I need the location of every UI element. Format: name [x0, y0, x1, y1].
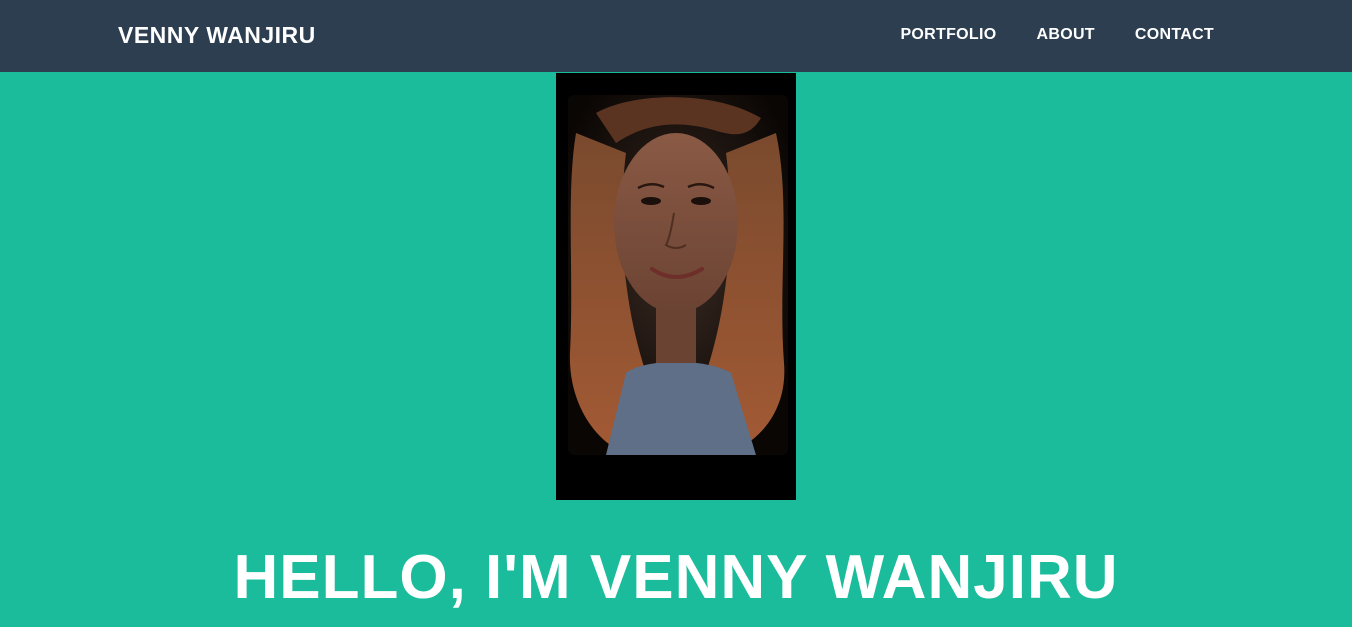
avatar: [556, 73, 796, 500]
masthead: HELLO, I'M VENNY WANJIRU: [0, 72, 1352, 627]
profile-photo-icon: [556, 73, 796, 500]
nav-links: PORTFOLIO ABOUT CONTACT: [900, 24, 1214, 46]
nav-link-portfolio[interactable]: PORTFOLIO: [900, 24, 996, 46]
nav-link-about[interactable]: ABOUT: [1036, 24, 1094, 46]
navbar: VENNY WANJIRU PORTFOLIO ABOUT CONTACT: [0, 0, 1352, 72]
nav-link-contact[interactable]: CONTACT: [1135, 24, 1214, 46]
brand-link[interactable]: VENNY WANJIRU: [118, 20, 316, 50]
page-title: HELLO, I'M VENNY WANJIRU: [233, 543, 1119, 612]
